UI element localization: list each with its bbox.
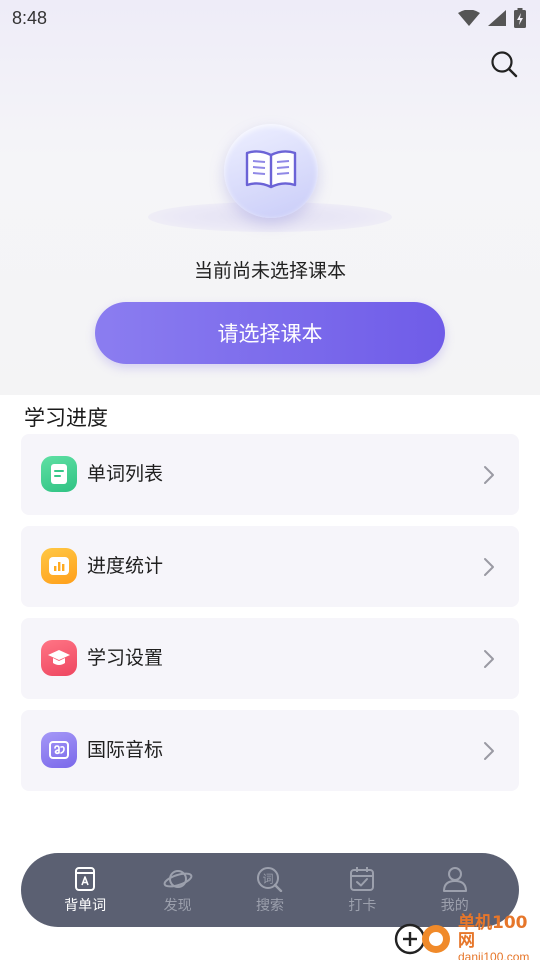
stats-chart-icon (41, 548, 77, 584)
nav-tab-profile[interactable]: 我的 (420, 866, 490, 915)
word-search-icon: 词 (255, 866, 285, 895)
nav-label-search: 搜索 (255, 897, 284, 914)
search-button[interactable] (486, 48, 522, 84)
watermark-logo: 单机100网 danji100.com (392, 912, 540, 960)
nav-tab-discover[interactable]: 发现 (143, 866, 213, 915)
svg-text:词: 词 (262, 872, 273, 885)
chevron-right-icon (483, 465, 495, 485)
phonetic-icon (41, 732, 77, 768)
menu-label-progress-stats: 进度统计 (87, 555, 164, 577)
battery-charging-icon (514, 8, 526, 28)
signal-icon (488, 10, 506, 26)
search-icon (490, 50, 518, 82)
nav-tab-search[interactable]: 词 搜索 (235, 866, 305, 915)
planet-icon (163, 866, 193, 895)
nav-tab-checkin[interactable]: 打卡 (327, 866, 397, 915)
nav-label-discover: 发现 (163, 897, 192, 914)
status-icons (458, 8, 526, 28)
menu-item-progress-stats[interactable]: 进度统计 (21, 526, 519, 607)
select-textbook-button[interactable]: 请选择课本 (95, 302, 445, 364)
graduation-cap-icon (41, 640, 77, 676)
watermark-plus-icon (392, 917, 454, 960)
menu-label-phonetic-symbols: 国际音标 (87, 739, 164, 761)
book-illustration (224, 124, 318, 218)
status-bar: 8:48 (0, 0, 540, 36)
word-list-icon (41, 456, 77, 492)
watermark-text: 单机100网 danji100.com (458, 912, 540, 960)
watermark-main: 单机100网 (458, 912, 528, 951)
section-title-progress: 学习进度 (24, 406, 108, 430)
menu-item-word-list[interactable]: 单词列表 (21, 434, 519, 515)
nav-label-vocabulary: 背单词 (64, 897, 107, 914)
person-icon (442, 866, 468, 895)
menu-label-study-settings: 学习设置 (87, 647, 164, 669)
no-textbook-message: 当前尚未选择课本 (193, 260, 346, 282)
chevron-right-icon (483, 557, 495, 577)
watermark-sub: danji100.com (458, 949, 530, 960)
nav-tab-vocabulary[interactable]: 背单词 (50, 866, 120, 915)
calendar-check-icon (349, 866, 375, 895)
nav-label-profile: 我的 (440, 897, 469, 914)
chevron-right-icon (483, 649, 495, 669)
bottom-navigation: 背单词 发现 词 搜索 打卡 我的 (21, 853, 519, 927)
chevron-right-icon (483, 741, 495, 761)
open-book-icon (243, 147, 299, 195)
nav-label-checkin: 打卡 (348, 897, 377, 914)
status-time: 8:48 (12, 7, 48, 28)
vocabulary-book-icon (72, 866, 98, 895)
menu-item-phonetic-symbols[interactable]: 国际音标 (21, 710, 519, 791)
wifi-icon (458, 10, 480, 26)
menu-item-study-settings[interactable]: 学习设置 (21, 618, 519, 699)
menu-label-word-list: 单词列表 (87, 463, 164, 485)
